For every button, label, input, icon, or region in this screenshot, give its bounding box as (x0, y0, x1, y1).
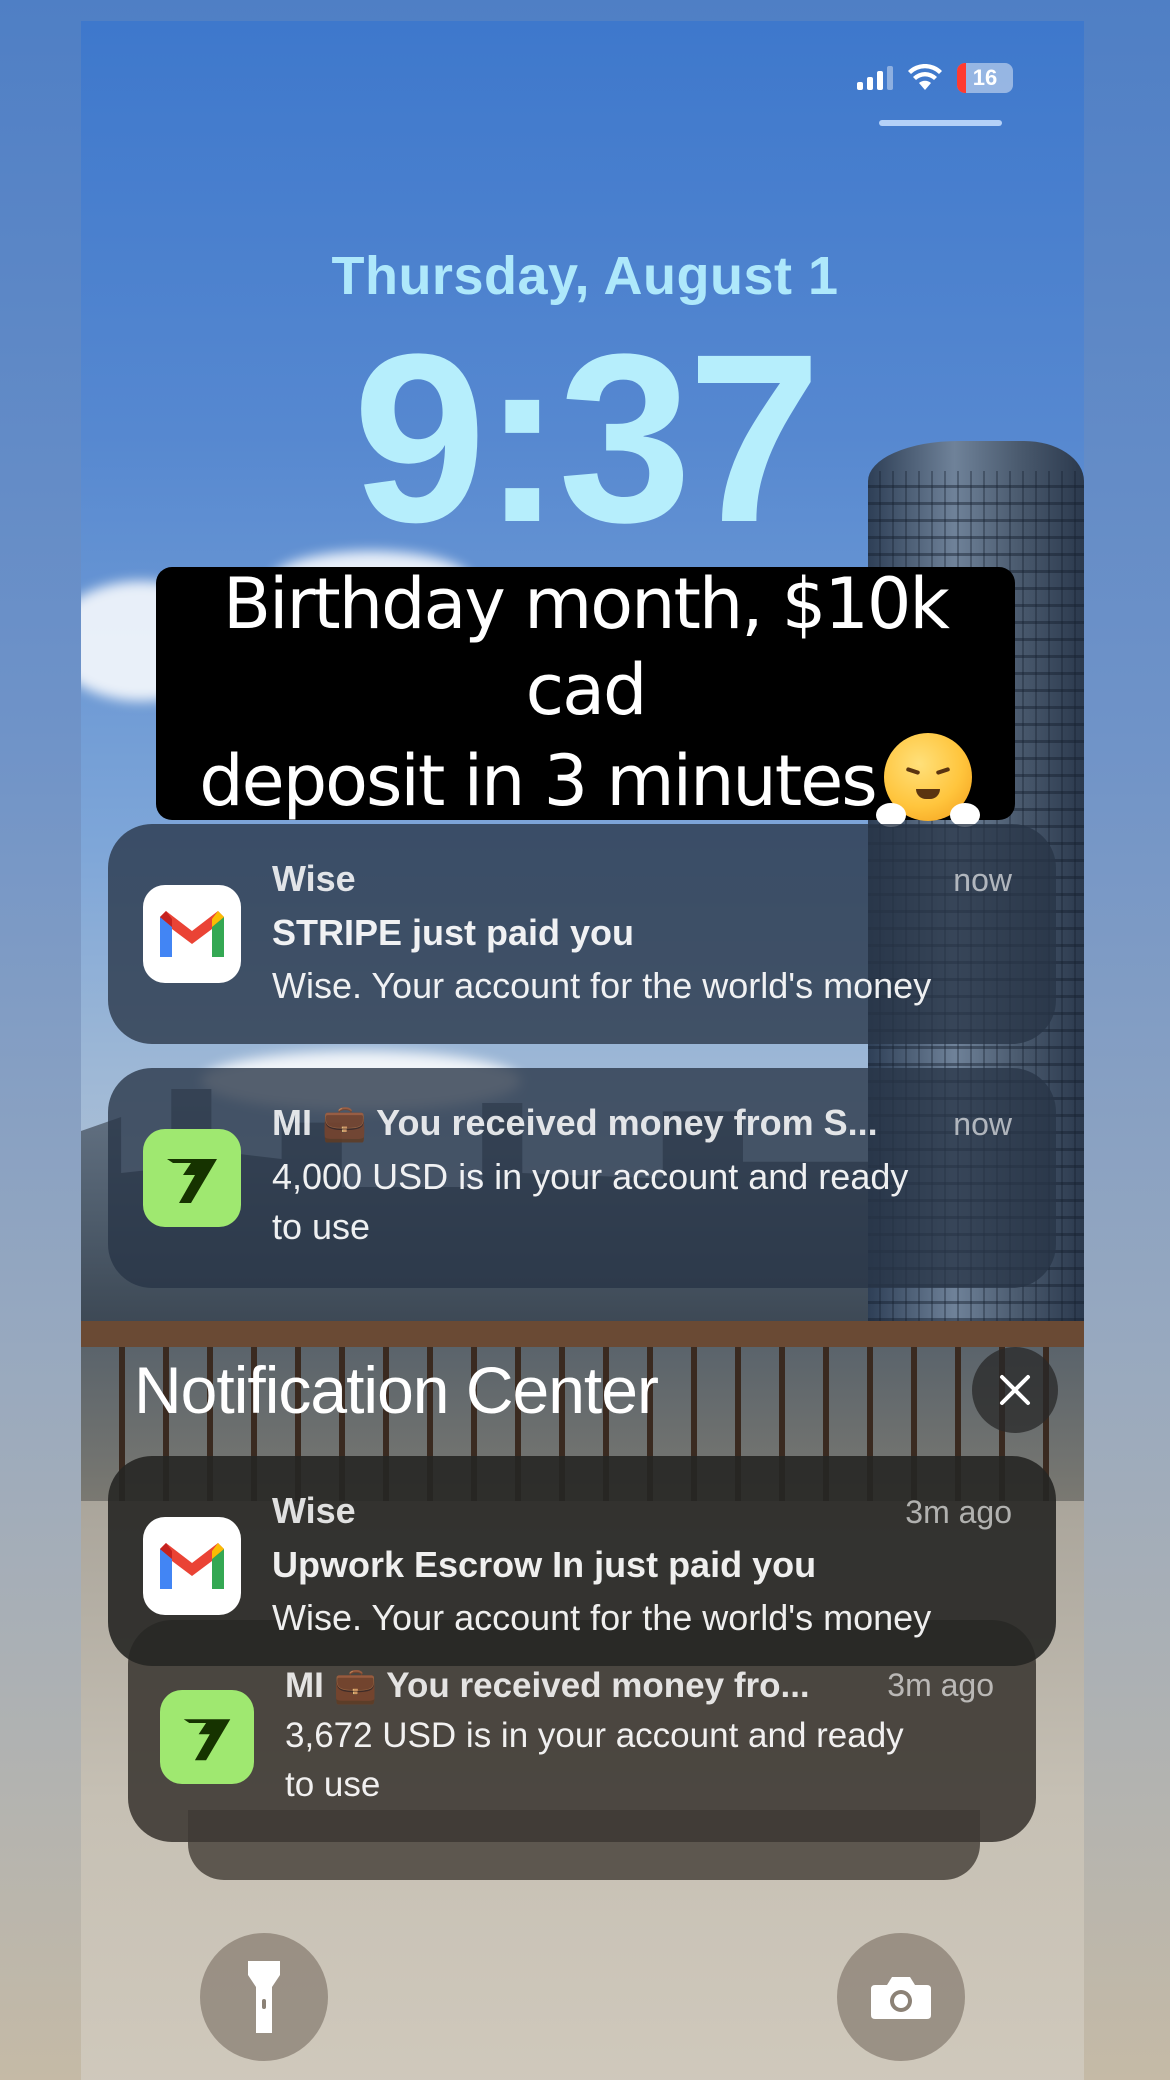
close-icon (1000, 1375, 1030, 1405)
battery-level: 16 (972, 65, 998, 90)
gmail-icon (143, 1517, 241, 1615)
notification-body-line-2: to use (272, 1206, 371, 1247)
notification-time: 3m ago (887, 1667, 994, 1703)
wise-icon (160, 1690, 254, 1784)
clear-notifications-button[interactable] (972, 1347, 1058, 1433)
notification-app-name: Wise (272, 1490, 356, 1531)
wifi-icon (908, 64, 942, 90)
lock-time: 9:37 (352, 304, 821, 572)
notification-title: MI 💼 You received money from S... (272, 1102, 878, 1143)
notification-app-name: Wise (272, 858, 356, 899)
notification-subject: Upwork Escrow In just paid you (272, 1544, 817, 1585)
notification-pull-indicator[interactable] (879, 120, 1002, 126)
camera-icon (871, 1977, 931, 2019)
wise-icon (143, 1129, 241, 1227)
flashlight-button[interactable] (200, 1933, 328, 2061)
camera-button[interactable] (837, 1933, 965, 2061)
notification-subject: STRIPE just paid you (272, 912, 635, 953)
notification-wise-stripe[interactable]: Wise now STRIPE just paid you Wise. Your… (108, 824, 1056, 1044)
status-bar: 16 (857, 63, 1013, 93)
notification-time: 3m ago (905, 1494, 1012, 1530)
notification-time: now (953, 862, 1012, 898)
face-with-steam-icon (875, 733, 980, 828)
caption-line-2-wrapper: deposit in 3 minutes (156, 733, 1015, 828)
notification-wise-received[interactable]: MI 💼 You received money from S... now 4,… (108, 1068, 1056, 1288)
notification-body-line-1: 3,672 USD is in your account and ready (285, 1716, 904, 1755)
notification-body: Wise. Your account for the world's money (272, 965, 932, 1006)
gmail-icon (143, 885, 241, 983)
signal-icon (857, 66, 893, 90)
notification-body-line-1: 4,000 USD is in your account and ready (272, 1156, 909, 1197)
notification-body-line-2: to use (285, 1765, 381, 1804)
notification-body: Wise. Your account for the world's money (272, 1597, 932, 1638)
flashlight-icon (248, 1961, 280, 2033)
nc-notification-wise-upwork[interactable]: Wise 3m ago Upwork Escrow In just paid y… (108, 1456, 1056, 1666)
notification-center-title: Notification Center (134, 1353, 659, 1427)
notification-title: MI 💼 You received money fro... (285, 1666, 810, 1705)
lock-date: Thursday, August 1 (331, 246, 839, 306)
notification-time: now (953, 1106, 1012, 1142)
caption-line-1: Birthday month, $10k cad (223, 563, 950, 731)
story-caption: Birthday month, $10k cad deposit in 3 mi… (156, 563, 1015, 828)
battery-icon: 16 (957, 63, 1013, 93)
caption-line-2: deposit in 3 minutes (199, 740, 878, 823)
